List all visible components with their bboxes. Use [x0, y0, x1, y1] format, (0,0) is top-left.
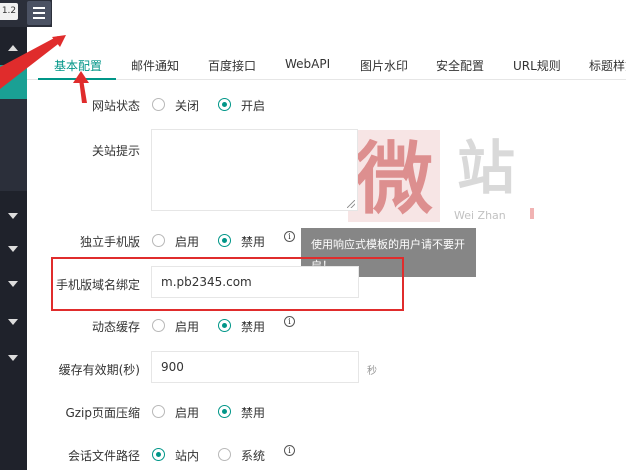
- tab-basic[interactable]: 基本配置: [54, 57, 102, 74]
- info-icon[interactable]: i: [284, 445, 295, 456]
- sidebar-submenu: [0, 99, 27, 191]
- site-status-on-label[interactable]: 开启: [241, 97, 265, 114]
- site-status-off-radio[interactable]: [152, 98, 165, 111]
- cache-ttl-input[interactable]: 900: [151, 351, 359, 383]
- dynamic-cache-enable-label[interactable]: 启用: [175, 318, 199, 335]
- tab-url-rules[interactable]: URL规则: [513, 57, 561, 74]
- site-status-on-radio[interactable]: [218, 98, 231, 111]
- dynamic-cache-enable-radio[interactable]: [152, 319, 165, 332]
- site-status-label: 网站状态: [91, 99, 140, 113]
- expand-caret-icon[interactable]: [8, 213, 18, 219]
- session-path-site-label[interactable]: 站内: [175, 447, 199, 464]
- session-path-label: 会话文件路径: [67, 449, 140, 463]
- expand-caret-icon[interactable]: [8, 281, 18, 287]
- resize-handle-icon[interactable]: [347, 200, 355, 208]
- mobile-version-disable-radio[interactable]: [218, 234, 231, 247]
- site-status-off-label[interactable]: 关闭: [175, 97, 199, 114]
- tab-email[interactable]: 邮件通知: [131, 57, 179, 74]
- sidebar: [0, 27, 27, 470]
- gzip-label: Gzip页面压缩: [65, 406, 140, 420]
- menu-toggle-button[interactable]: [27, 1, 51, 25]
- tab-baidu[interactable]: 百度接口: [208, 57, 256, 74]
- close-notice-textarea[interactable]: [151, 129, 358, 211]
- session-path-system-radio[interactable]: [218, 448, 231, 461]
- expand-caret-icon[interactable]: [8, 246, 18, 252]
- svg-text:微: 微: [354, 134, 433, 225]
- dynamic-cache-disable-radio[interactable]: [218, 319, 231, 332]
- gzip-enable-label[interactable]: 启用: [175, 404, 199, 421]
- info-icon[interactable]: i: [284, 231, 295, 242]
- mobile-version-enable-radio[interactable]: [152, 234, 165, 247]
- watermark-brand: Wei Zhan: [454, 209, 506, 222]
- dynamic-cache-label: 动态缓存: [91, 320, 140, 334]
- session-path-site-radio[interactable]: [152, 448, 165, 461]
- gzip-disable-radio[interactable]: [218, 405, 231, 418]
- settings-tabs: 基本配置 邮件通知 百度接口 WebAPI 图片水印 安全配置 URL规则 标题…: [27, 27, 626, 80]
- tab-security[interactable]: 安全配置: [436, 57, 484, 74]
- collapse-up-icon[interactable]: [8, 45, 18, 51]
- expand-caret-icon[interactable]: [8, 319, 18, 325]
- cache-ttl-unit: 秒: [367, 366, 377, 377]
- sidebar-item-active[interactable]: [0, 65, 27, 99]
- active-tab-indicator: [38, 78, 116, 80]
- dynamic-cache-disable-label[interactable]: 禁用: [241, 318, 265, 335]
- svg-text:站: 站: [457, 134, 515, 202]
- mobile-version-enable-label[interactable]: 启用: [175, 233, 199, 250]
- annotation-arrow-icon: [79, 79, 87, 103]
- mobile-version-disable-label[interactable]: 禁用: [241, 233, 265, 250]
- gzip-enable-radio[interactable]: [152, 405, 165, 418]
- expand-caret-icon[interactable]: [8, 355, 18, 361]
- info-icon[interactable]: i: [284, 316, 295, 327]
- gzip-disable-label[interactable]: 禁用: [241, 404, 265, 421]
- mobile-version-label: 独立手机版: [79, 235, 140, 249]
- session-path-system-label[interactable]: 系统: [241, 447, 265, 464]
- close-notice-label: 关站提示: [91, 144, 140, 158]
- tab-watermark[interactable]: 图片水印: [360, 57, 408, 74]
- version-badge: 1.2: [0, 3, 18, 20]
- cache-ttl-label: 缓存有效期(秒): [58, 363, 140, 377]
- hamburger-icon: [33, 7, 45, 9]
- tab-webapi[interactable]: WebAPI: [285, 57, 330, 71]
- top-bar: 1.2: [0, 0, 626, 27]
- tab-title-style[interactable]: 标题样式: [589, 57, 626, 74]
- annotation-highlight-box: [51, 257, 404, 311]
